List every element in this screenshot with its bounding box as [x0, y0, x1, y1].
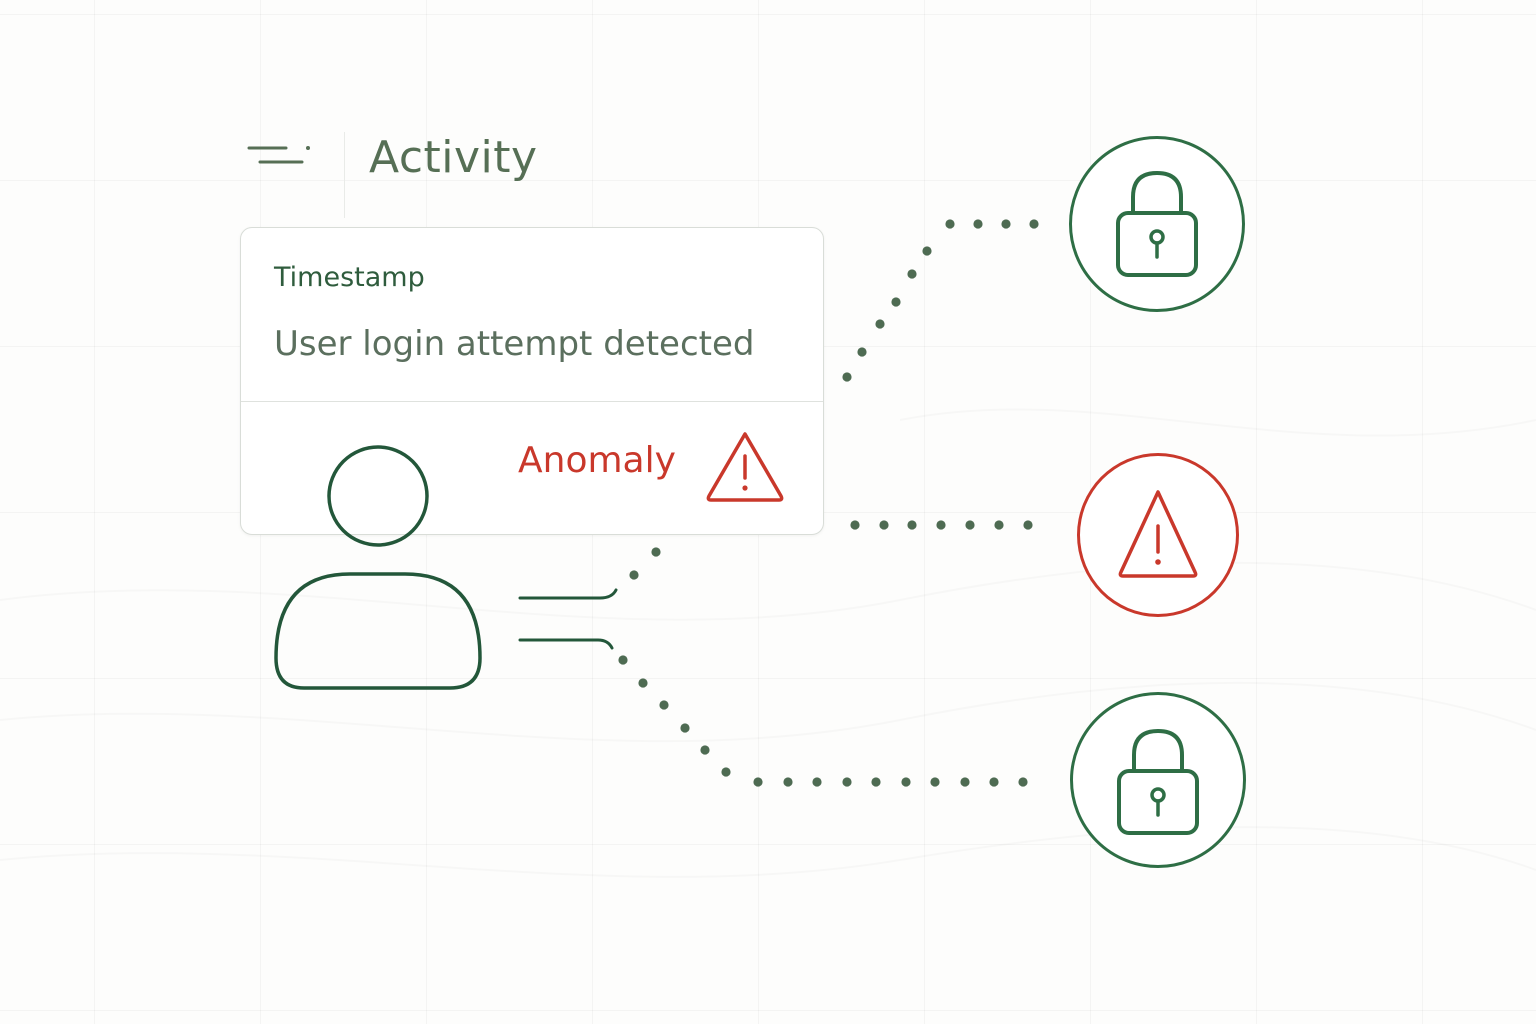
anomaly-status-label: Anomaly	[518, 440, 676, 481]
secure-node-bottom[interactable]	[1070, 692, 1246, 868]
diagram-canvas: Activity Timestamp User login attempt de…	[0, 0, 1536, 1024]
card-divider	[241, 401, 823, 402]
alert-node-middle[interactable]	[1077, 453, 1239, 617]
page-title: Activity	[369, 132, 538, 183]
event-card[interactable]: Timestamp User login attempt detected An…	[240, 227, 824, 535]
warning-triangle-icon	[1118, 490, 1198, 578]
warning-triangle-icon	[706, 432, 784, 502]
filter-lines-icon[interactable]	[244, 140, 314, 176]
secure-node-top[interactable]	[1069, 136, 1245, 312]
lock-icon	[1117, 728, 1199, 835]
header-divider	[344, 132, 345, 218]
timestamp-label: Timestamp	[274, 262, 425, 293]
lock-icon	[1116, 170, 1198, 277]
event-message: User login attempt detected	[274, 324, 755, 364]
